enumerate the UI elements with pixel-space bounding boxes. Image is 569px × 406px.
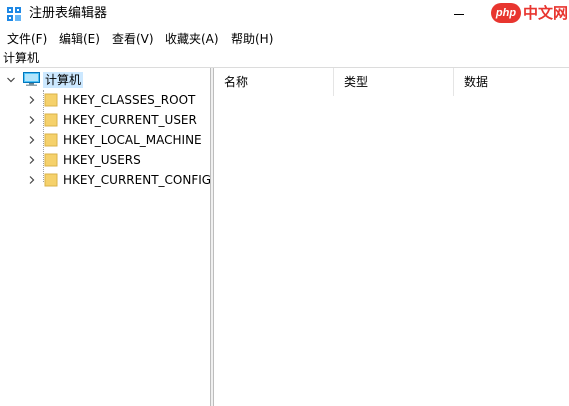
tree-item-label[interactable]: HKEY_CURRENT_USER [63,112,197,128]
chevron-right-icon[interactable] [28,96,36,104]
address-bar[interactable]: 计算机 [0,50,569,68]
chevron-right-icon[interactable] [28,176,36,184]
tree-item-label[interactable]: HKEY_CLASSES_ROOT [63,92,195,108]
tree-item-hkey-current-config[interactable]: HKEY_CURRENT_CONFIG [0,170,210,190]
menu-help[interactable]: 帮助(H) [230,30,274,48]
menu-edit[interactable]: 编辑(E) [58,30,101,48]
address-path[interactable]: 计算机 [3,51,39,66]
tree-root-computer[interactable]: 计算机 [0,70,210,90]
watermark-logo: php [491,3,521,23]
menu-view[interactable]: 查看(V) [111,30,155,48]
column-header-type[interactable]: 类型 [334,68,454,96]
tree-item-hkey-current-user[interactable]: HKEY_CURRENT_USER [0,110,210,130]
tree-item-hkey-users[interactable]: HKEY_USERS [0,150,210,170]
tree-pane: 计算机 HKEY_CLASSES_ROOT HKEY_CURRENT_USER … [0,68,210,406]
regedit-icon [7,7,21,21]
tree-item-hkey-classes-root[interactable]: HKEY_CLASSES_ROOT [0,90,210,110]
folder-icon [44,153,58,167]
folder-icon [44,133,58,147]
tree-root-label[interactable]: 计算机 [43,72,84,88]
menu-bar: 文件(F) 编辑(E) 查看(V) 收藏夹(A) 帮助(H) [0,30,569,48]
computer-icon [23,72,40,86]
folder-icon [44,93,58,107]
tree-item-label[interactable]: HKEY_CURRENT_CONFIG [63,172,210,188]
menu-favorites[interactable]: 收藏夹(A) [164,30,220,48]
window-title: 注册表编辑器 [29,6,108,21]
tree-item-hkey-local-machine[interactable]: HKEY_LOCAL_MACHINE [0,130,210,150]
chevron-down-icon[interactable] [7,76,15,84]
menu-file[interactable]: 文件(F) [6,30,48,48]
folder-icon [44,113,58,127]
column-header-name[interactable]: 名称 [214,68,334,96]
tree-item-label[interactable]: HKEY_USERS [63,152,141,168]
tree-item-label[interactable]: HKEY_LOCAL_MACHINE [63,132,202,148]
minimize-button[interactable] [444,5,474,23]
chevron-right-icon[interactable] [28,136,36,144]
chevron-right-icon[interactable] [28,116,36,124]
title-bar: 注册表编辑器 php 中文网 [0,0,569,28]
watermark-text: 中文网 [523,4,569,22]
column-header-data[interactable]: 数据 [454,68,569,96]
watermark: php 中文网 [491,0,569,26]
folder-icon [44,173,58,187]
values-pane[interactable]: 名称 类型 数据 [214,68,569,406]
chevron-right-icon[interactable] [28,156,36,164]
